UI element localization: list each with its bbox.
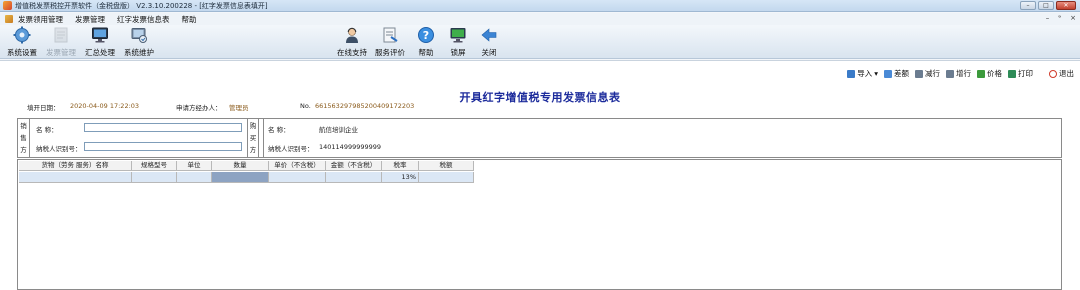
toolbar-label: 关闭 [481,48,497,57]
toolbar-label: 服务评价 [375,48,405,57]
toolbar-invoice-management-button[interactable]: 发票管理 [43,26,79,58]
remove-row-icon [915,69,923,78]
number-value: 661563297985200409172203 [315,102,415,110]
buyer-taxid-label: 纳税人识别号： [268,145,314,153]
col-header-amount[interactable]: 金额（不含税） [326,161,382,171]
mdi-close-button[interactable]: × [1070,14,1076,22]
fill-date-label: 填开日期： [27,104,60,112]
cell-amount[interactable] [326,172,382,183]
back-arrow-icon [481,28,497,42]
toolbar-label: 系统维护 [124,48,154,57]
items-grid: 货物（劳务 服务）名称 规格型号 单位 数量 单价（不含税） 金额（不含税） 税… [17,159,1062,290]
toolbar-label: 帮助 [418,48,434,57]
window-titlebar: 增值税发票税控开票软件（金税盘版） V2.3.10.200228 - [红字发票… [0,0,1080,12]
remove-row-button[interactable]: 减行 [915,68,940,79]
col-header-tax-rate[interactable]: 税率 [382,161,419,171]
toolbar-system-maintenance-button[interactable]: 系统维护 [121,26,157,58]
svg-text:?: ? [423,29,429,42]
minimize-button[interactable]: – [1020,1,1036,10]
number-label: No. [300,102,311,110]
add-row-icon [946,69,954,78]
print-icon [1008,69,1016,78]
menu-app-icon [5,15,13,23]
toolbar-help-button[interactable]: ? 帮助 [408,26,444,58]
cell-unit[interactable] [177,172,212,183]
monitor-icon [92,27,108,43]
toolbar-label: 系统设置 [7,48,37,57]
cell-tax-amount[interactable] [419,172,474,183]
toolbar-label: 发票管理 [46,48,76,57]
col-header-name[interactable]: 货物（劳务 服务）名称 [19,161,132,171]
toolbar-summary-button[interactable]: 汇总处理 [82,26,118,58]
col-header-spec[interactable]: 规格型号 [132,161,177,171]
app-logo-icon [3,1,12,10]
seller-name-input[interactable] [84,123,242,132]
menu-help[interactable]: 帮助 [182,14,197,25]
buyer-taxid-value: 140114999999999 [319,143,382,151]
col-header-tax-amount[interactable]: 税额 [419,161,474,171]
party-section: 销售方 名 称： 纳税人识别号： 购买方 名 称： 航信培训企业 纳税人识别号：… [17,118,1062,158]
cell-unit-price[interactable] [269,172,326,183]
toolbar-close-button[interactable]: 关闭 [471,26,507,58]
seller-taxid-label: 纳税人识别号： [36,145,82,153]
print-button[interactable]: 打印 [1008,68,1033,79]
invoice-icon [54,27,68,43]
help-icon: ? [418,27,434,43]
cell-quantity[interactable] [212,172,269,183]
seller-taxid-input[interactable] [84,142,242,151]
support-person-icon [346,27,358,43]
applicant-value: 管理员 [229,104,249,112]
toolbar-online-support-button[interactable]: 在线支持 [334,26,370,58]
grid-header-row: 货物（劳务 服务）名称 规格型号 单位 数量 单价（不含税） 金额（不含税） 税… [19,161,474,171]
exit-icon [1049,69,1057,78]
fill-date-value: 2020-04-09 17:22:03 [70,102,140,110]
col-header-quantity[interactable]: 数量 [212,161,269,171]
buyer-name-value: 航信培训企业 [319,126,358,134]
window-controls: – □ ✕ [1020,1,1076,10]
menu-invoice-management[interactable]: 发票管理 [75,14,105,25]
exit-button[interactable]: 退出 [1049,68,1074,79]
import-button[interactable]: 导入 ▾ [847,68,878,79]
toolbar-service-rating-button[interactable]: 服务评价 [372,26,408,58]
window-title: 增值税发票税控开票软件（金税盘版） V2.3.10.200228 - [红字发票… [15,1,268,10]
buyer-side-label: 购买方 [247,119,259,157]
price-button[interactable]: 价格 [977,68,1002,79]
maintenance-icon [131,28,147,43]
menu-invoice-receive[interactable]: 发票领用管理 [18,14,63,25]
difference-button[interactable]: 差额 [884,68,909,79]
col-header-unit-price[interactable]: 单价（不含税） [269,161,326,171]
applicant-label: 申请方经办人： [176,104,222,112]
cell-tax-rate[interactable]: 13% [382,172,419,183]
form-info-row: 填开日期： 2020-04-09 17:22:03 申请方经办人： 管理员 No… [0,102,1080,112]
difference-icon [884,69,892,78]
menu-bar: 发票领用管理 发票管理 红字发票信息表 帮助 – ᵊ × [0,13,1080,25]
cell-spec[interactable] [132,172,177,183]
form-actions: 导入 ▾ 差额 减行 增行 价格 打印 退出 [847,68,1074,79]
gear-icon [13,26,31,44]
menu-red-invoice-info[interactable]: 红字发票信息表 [117,14,170,25]
main-toolbar: 系统设置 发票管理 汇总处理 系统维护 在线支持 服务评价 ? 帮助 锁屏 关闭 [0,25,1080,59]
lock-screen-icon [450,28,466,43]
seller-side-label: 销售方 [18,119,30,157]
maximize-button[interactable]: □ [1038,1,1054,10]
table-row[interactable]: 13% [19,172,474,183]
chevron-down-icon[interactable]: ▾ [874,69,878,78]
price-icon [977,69,985,78]
col-header-unit[interactable]: 单位 [177,161,212,171]
toolbar-label: 在线支持 [337,48,367,57]
seller-name-label: 名 称： [36,126,58,134]
import-icon [847,69,856,78]
close-window-button[interactable]: ✕ [1056,1,1076,10]
buyer-name-label: 名 称： [268,126,290,134]
mdi-controls: – ᵊ × [1046,14,1076,22]
add-row-button[interactable]: 增行 [946,68,971,79]
mdi-restore-button[interactable]: ᵊ [1058,14,1061,22]
mdi-minimize-button[interactable]: – [1046,14,1050,22]
toolbar-system-settings-button[interactable]: 系统设置 [4,26,40,58]
rating-icon [383,27,398,43]
cell-name[interactable] [19,172,132,183]
toolbar-label: 汇总处理 [85,48,115,57]
